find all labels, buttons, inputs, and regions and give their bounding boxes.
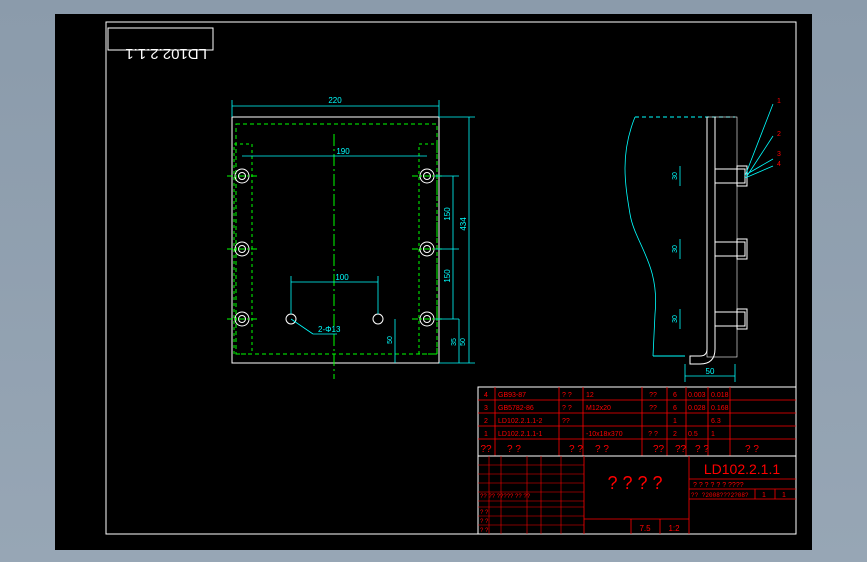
bom-header-cell: ? ?: [745, 444, 759, 455]
left-block-row-1: ?? ?? ????? ?? ??: [480, 494, 531, 500]
front-view: 220 190 100 2-Φ13 150 150 434 35 50 50: [227, 96, 475, 379]
bom-cell-code: LD102.2.1.1-2: [498, 418, 542, 425]
dim-top-width: 220: [328, 96, 342, 105]
bom-cell-qty: 1: [673, 418, 677, 425]
bom-header-cell: ? ?: [695, 444, 709, 455]
drawing-canvas: LD102.2.1.1 220 190 100 2-Φ13 150 150 43…: [55, 14, 812, 550]
angle-bracket: [689, 117, 716, 365]
bom-cell-w1: 0.028: [688, 405, 706, 412]
bom-cell-name: ? ?: [562, 405, 572, 412]
dim-total-height: 434: [459, 217, 468, 231]
bom-header-row: ?? ? ? ? ? ? ????? ? ? ? ?: [480, 444, 759, 455]
title-scale: 1:2: [668, 524, 680, 533]
bom-cell-mat: ? ?: [648, 431, 658, 438]
mirrored-stamp: LD102.2.1.1: [125, 45, 207, 62]
bom-cell-no: 1: [484, 431, 488, 438]
bom-header-cell: ??: [480, 444, 492, 455]
cad-drawing: LD102.2.1.1 220 190 100 2-Φ13 150 150 43…: [105, 21, 797, 535]
dim-pitch-2: 30: [672, 245, 679, 253]
title-block: ? ? ? ? LD102.2.1.1 ? ? ? ? ? ? ???? ?? …: [477, 455, 797, 535]
bom-cell-no: 4: [484, 392, 488, 399]
title-drawing-number: LD102.2.1.1: [704, 461, 780, 477]
dim-side-small-2: 50: [460, 338, 467, 346]
bom-header-cell: ? ?: [569, 444, 583, 455]
side-plate: [706, 116, 738, 358]
dim-hole-spacing: 190: [336, 147, 350, 156]
bom-cell-name: ??: [562, 418, 570, 425]
dim-pitch-3: 30: [672, 315, 679, 323]
side-view: 30 30 30 50 1 2 3 4: [624, 98, 781, 382]
left-block-row-3: ? ?: [480, 519, 489, 525]
side-bolts: [714, 165, 748, 330]
title-name: ? ? ? ?: [607, 473, 662, 493]
bom-cell-w1: 0.003: [688, 392, 706, 399]
bom-cell-w1: 0.5: [688, 431, 698, 438]
left-block-row-2: ? ?: [480, 510, 489, 516]
bom-cell-spec: -10x18x370: [586, 431, 623, 438]
bom-cell-qty: 2: [673, 431, 677, 438]
bom-cell-spec: 12: [586, 392, 594, 399]
balloon-4: 4: [777, 161, 781, 168]
bom-header-cell: ? ?: [507, 444, 521, 455]
stamp-text: LD102.2.1.1: [125, 45, 207, 62]
title-weight: 7.5: [639, 524, 651, 533]
bom-cell-w2: 1: [711, 431, 715, 438]
dim-bottom-offset: 50: [387, 336, 394, 344]
left-block-row-4: ? ?: [480, 528, 489, 534]
section-break-curve: [624, 116, 657, 357]
bom-cell-w2: 0.168: [711, 405, 729, 412]
bom-cell-spec: M12x20: [586, 405, 611, 412]
balloon-2: 2: [777, 131, 781, 138]
bom-cell-qty: 6: [673, 392, 677, 399]
bom-cell-w2: 0.018: [711, 392, 729, 399]
bom-cell-mat: ??: [649, 405, 657, 412]
plate-hidden-edge: [235, 123, 438, 355]
bom-rows: 4 GB93-87? ? 12?? 6 0.003 0.0183 GB5782-86? ? M…: [484, 392, 729, 438]
balloon-3: 3: [777, 151, 781, 158]
viewer-background: LD102.2.1.1 220 190 100 2-Φ13 150 150 43…: [0, 0, 867, 562]
bom-cell-code: LD102.2.1.1-1: [498, 431, 542, 438]
bom-cell-mat: ??: [649, 392, 657, 399]
bom-table: 4 GB93-87? ? 12?? 6 0.003 0.0183 GB5782-86? ? M…: [477, 386, 797, 457]
bom-cell-name: ? ?: [562, 392, 572, 399]
dim-v-spacing-2: 150: [443, 269, 452, 283]
title-row-code: ?? ?2008???2?08?: [691, 492, 749, 499]
dim-v-spacing-1: 150: [443, 207, 452, 221]
title-page-b: 1: [782, 492, 786, 499]
dim-side-width: 50: [706, 367, 715, 376]
bom-header-cell: ??: [675, 444, 687, 455]
dim-hole-note: 2-Φ13: [318, 325, 341, 334]
bom-cell-qty: 6: [673, 405, 677, 412]
dim-side-small-1: 35: [451, 338, 458, 346]
dim-inner-spacing: 100: [335, 273, 349, 282]
bom-cell-code: GB5782-86: [498, 405, 534, 412]
bom-header-cell: ??: [653, 444, 665, 455]
title-page-a: 1: [762, 492, 766, 499]
side-dims: [679, 103, 774, 382]
bom-header-cell: ? ?: [595, 444, 609, 455]
balloon-1: 1: [777, 98, 781, 105]
bom-cell-w2: 6.3: [711, 418, 721, 425]
dim-pitch-1: 30: [672, 172, 679, 180]
bom-cell-no: 2: [484, 418, 488, 425]
title-row-small: ? ? ? ? ? ? ????: [693, 482, 744, 489]
bom-cell-code: GB93-87: [498, 392, 526, 399]
bom-cell-no: 3: [484, 405, 488, 412]
